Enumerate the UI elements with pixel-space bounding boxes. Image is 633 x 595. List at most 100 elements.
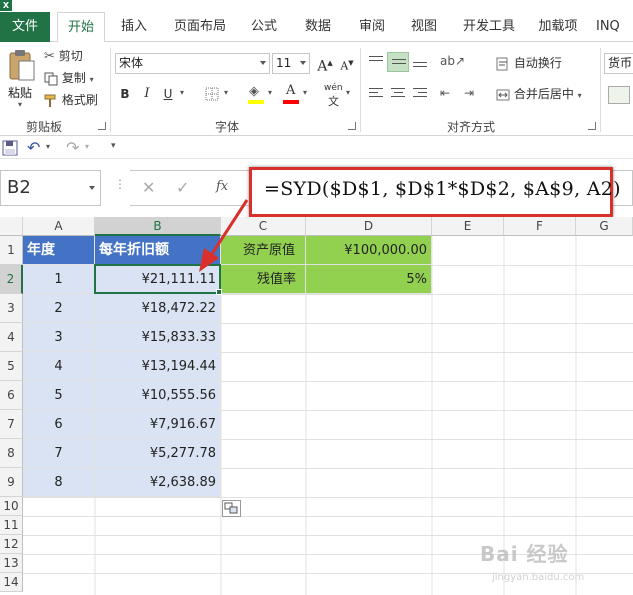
bold-button[interactable]: B [115, 84, 135, 104]
undo-icon[interactable]: ↶ [27, 138, 40, 157]
row-header[interactable]: 3 [0, 294, 23, 323]
tab-page-layout[interactable]: 页面布局 [167, 12, 233, 42]
align-right-button[interactable] [409, 84, 431, 104]
row-header[interactable]: 4 [0, 323, 23, 352]
cell-b4[interactable]: ¥15,833.33 [95, 323, 221, 352]
underline-button[interactable]: U [158, 84, 178, 104]
cell-b2[interactable]: ¥21,111.11 [95, 265, 221, 294]
alignment-launcher-icon[interactable] [588, 122, 596, 130]
tab-view[interactable]: 视图 [402, 12, 446, 42]
format-painter-button[interactable]: 格式刷 [44, 90, 98, 110]
quick-analysis-button[interactable] [222, 500, 241, 517]
tab-review[interactable]: 审阅 [350, 12, 394, 42]
increase-indent-button[interactable]: ⇥ [464, 86, 484, 104]
row-header[interactable]: 5 [0, 352, 23, 381]
cell-a7[interactable]: 6 [23, 410, 95, 439]
row-header[interactable]: 12 [0, 535, 23, 554]
font-launcher-icon[interactable] [348, 122, 356, 130]
shrink-font-button[interactable]: A▼ [337, 53, 357, 73]
column-header-f[interactable]: F [504, 217, 576, 236]
name-box[interactable]: B2 [0, 170, 101, 206]
row-header[interactable]: 6 [0, 381, 23, 410]
insert-function-button[interactable]: fx [216, 179, 228, 194]
column-header-a[interactable]: A [23, 217, 95, 236]
tab-formulas[interactable]: 公式 [245, 12, 283, 42]
cell-b1[interactable]: 每年折旧额 [95, 236, 221, 265]
column-header-d[interactable]: D [306, 217, 432, 236]
undo-dropdown-icon[interactable]: ▾ [46, 142, 50, 151]
row-header[interactable]: 1 [0, 236, 23, 265]
redo-icon[interactable]: ↷ [66, 138, 79, 157]
wrap-text-button[interactable]: 自动换行 [496, 53, 562, 73]
decrease-indent-button[interactable]: ⇤ [440, 86, 460, 104]
save-icon[interactable] [2, 140, 18, 156]
font-size-select[interactable]: 11 [272, 53, 310, 74]
tab-file[interactable]: 文件 [0, 12, 50, 42]
redo-dropdown-icon[interactable]: ▾ [85, 142, 89, 151]
column-header-g[interactable]: G [576, 217, 633, 236]
column-header-c[interactable]: C [221, 217, 306, 236]
align-center-button[interactable] [387, 84, 409, 104]
copy-button[interactable]: 复制 ▾ [44, 68, 94, 88]
row-header[interactable]: 11 [0, 516, 23, 535]
select-all-corner[interactable] [0, 217, 23, 236]
italic-button[interactable]: I [137, 84, 157, 104]
font-color-dropdown-icon[interactable]: ▾ [303, 88, 307, 97]
row-header[interactable]: 8 [0, 439, 23, 468]
align-middle-button[interactable] [387, 52, 409, 72]
row-header[interactable]: 13 [0, 554, 23, 573]
cell-a2[interactable]: 1 [23, 265, 95, 294]
phonetic-dropdown-icon[interactable]: ▾ [346, 88, 350, 97]
font-color-button[interactable]: A [281, 83, 301, 106]
cell-a9[interactable]: 8 [23, 468, 95, 497]
cell-c1[interactable]: 资产原值 [221, 236, 306, 265]
borders-button[interactable] [204, 85, 222, 103]
cell-b6[interactable]: ¥10,555.56 [95, 381, 221, 410]
tab-insert[interactable]: 插入 [114, 12, 154, 42]
cell-b9[interactable]: ¥2,638.89 [95, 468, 221, 497]
phonetic-button[interactable]: wén 文 [323, 83, 345, 108]
enter-icon[interactable]: ✓ [176, 178, 189, 197]
column-header-e[interactable]: E [432, 217, 504, 236]
row-header[interactable]: 7 [0, 410, 23, 439]
cell-a1[interactable]: 年度 [23, 236, 95, 265]
customize-qat-icon[interactable]: ▾ [111, 141, 116, 151]
cell-a4[interactable]: 3 [23, 323, 95, 352]
align-top-button[interactable] [365, 52, 387, 72]
underline-dropdown-icon[interactable]: ▾ [180, 88, 184, 97]
cancel-icon[interactable]: ✕ [142, 178, 155, 197]
tab-home[interactable]: 开始 [57, 12, 105, 43]
borders-dropdown-icon[interactable]: ▾ [224, 88, 228, 97]
font-name-select[interactable]: 宋体 [115, 53, 270, 74]
row-header[interactable]: 9 [0, 468, 23, 497]
fill-color-button[interactable]: ◈ [246, 84, 266, 106]
cell-a6[interactable]: 5 [23, 381, 95, 410]
row-header[interactable]: 10 [0, 497, 23, 516]
cell-a8[interactable]: 7 [23, 439, 95, 468]
cell-a5[interactable]: 4 [23, 352, 95, 381]
cell-d2[interactable]: 5% [306, 265, 432, 294]
tab-data[interactable]: 数据 [296, 12, 340, 42]
cell-a3[interactable]: 2 [23, 294, 95, 323]
merge-center-button[interactable]: 合并后居中 ▾ [496, 84, 582, 104]
number-format-icon[interactable] [608, 86, 630, 104]
align-bottom-button[interactable] [409, 52, 431, 72]
cell-b8[interactable]: ¥5,277.78 [95, 439, 221, 468]
grow-font-button[interactable]: A▲ [315, 53, 335, 75]
column-header-b[interactable]: B [95, 217, 221, 236]
tab-inquire[interactable]: INQ [596, 12, 633, 42]
cut-button[interactable]: ✂ 剪切 [44, 46, 83, 66]
row-header[interactable]: 2 [0, 265, 23, 294]
cell-c2[interactable]: 残值率 [221, 265, 306, 294]
paste-button[interactable]: 粘贴 ▾ [4, 46, 38, 109]
fill-handle[interactable] [216, 289, 222, 295]
cell-b3[interactable]: ¥18,472.22 [95, 294, 221, 323]
cell-b7[interactable]: ¥7,916.67 [95, 410, 221, 439]
cell-d1[interactable]: ¥100,000.00 [306, 236, 432, 265]
row-header[interactable]: 14 [0, 573, 23, 592]
number-format-select[interactable]: 货币 [604, 53, 633, 74]
clipboard-launcher-icon[interactable] [98, 122, 106, 130]
cell-b5[interactable]: ¥13,194.44 [95, 352, 221, 381]
fill-color-dropdown-icon[interactable]: ▾ [268, 88, 272, 97]
orientation-button[interactable]: ab↗ [440, 54, 468, 72]
